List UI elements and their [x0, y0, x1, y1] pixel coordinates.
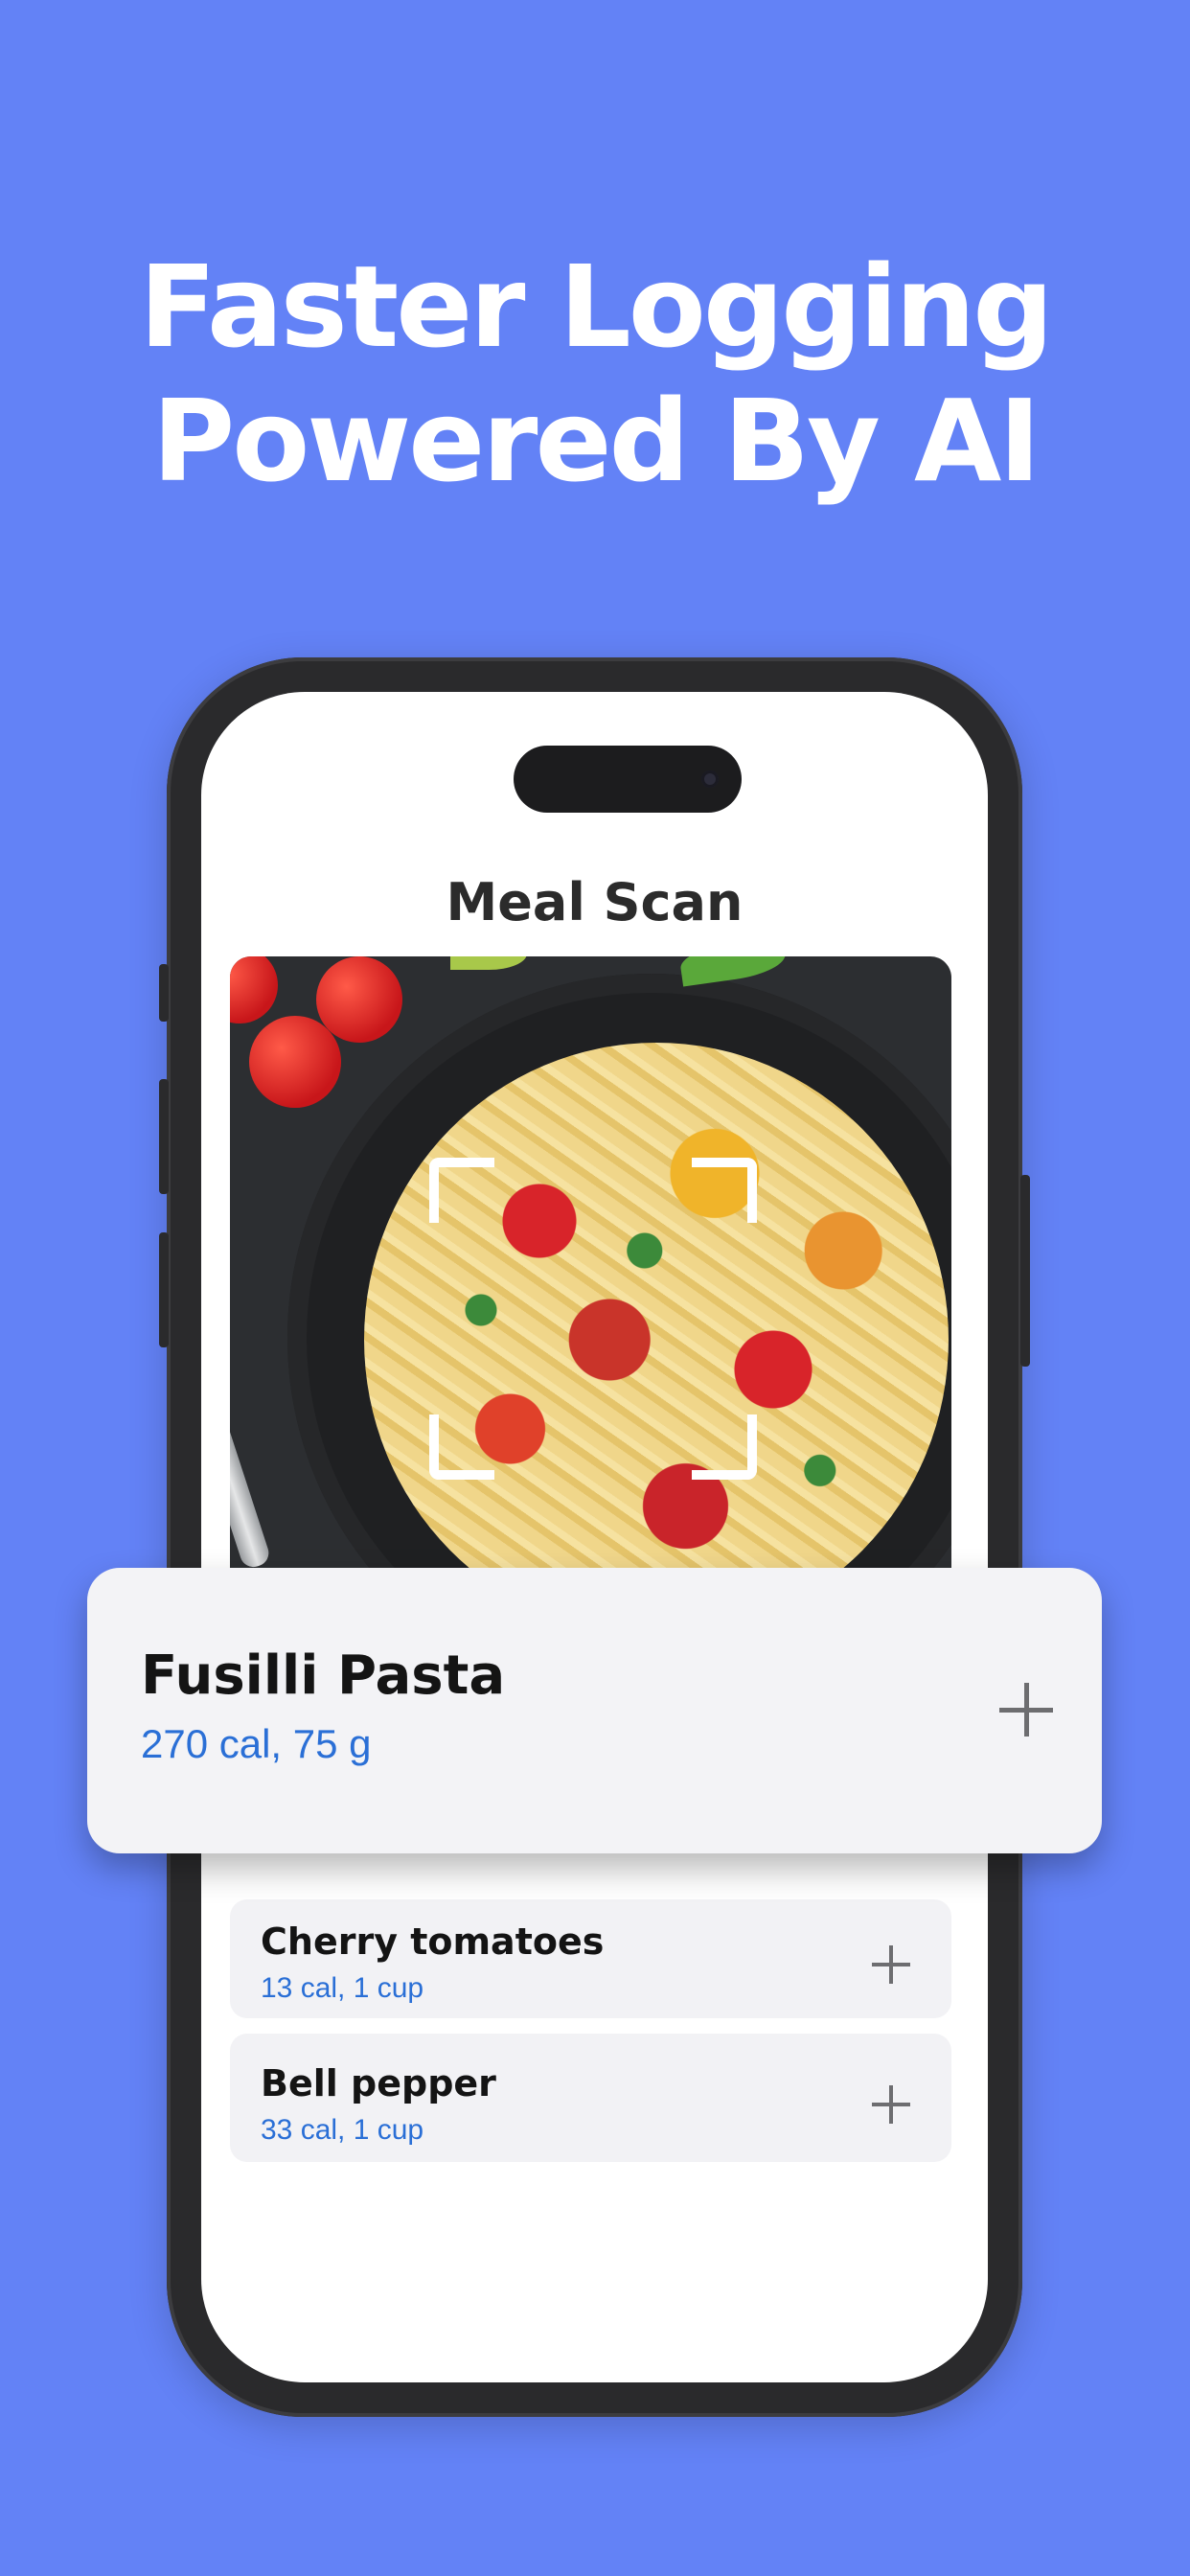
result-food-meta: 270 cal, 75 g: [141, 1721, 372, 1766]
basil-leaf: [450, 956, 527, 970]
cherry-tomato: [230, 956, 278, 1024]
phone-mockup: Meal Scan Cherry tomatoes 13 cal, 1 cup …: [159, 657, 1030, 2417]
front-camera-icon: [701, 770, 719, 788]
headline-line-1: Faster Logging: [139, 241, 1053, 373]
result-food-name: Fusilli Pasta: [141, 1644, 506, 1707]
ingredient-meta: 13 cal, 1 cup: [261, 1972, 424, 2004]
add-food-plus-icon[interactable]: [999, 1683, 1053, 1736]
ingredient-item[interactable]: Cherry tomatoes 13 cal, 1 cup: [230, 1899, 951, 2018]
headline-line-2: Powered By AI: [151, 375, 1041, 507]
cherry-tomato: [249, 1016, 341, 1108]
phone-screen: Meal Scan Cherry tomatoes 13 cal, 1 cup …: [201, 692, 988, 2382]
scan-frame-corner-icon: [429, 1414, 494, 1480]
pasta-food: [364, 1043, 949, 1608]
scan-result-card[interactable]: Fusilli Pasta 270 cal, 75 g: [87, 1568, 1102, 1853]
fork: [230, 1415, 272, 1571]
cherry-tomato: [316, 956, 402, 1043]
headline: Faster Logging Powered By AI: [0, 240, 1190, 508]
ingredient-meta: 33 cal, 1 cup: [261, 2114, 424, 2146]
dynamic-island: [514, 746, 742, 813]
scan-frame-corner-icon: [692, 1414, 757, 1480]
phone-volume-down-button: [159, 1232, 169, 1347]
phone-power-button: [1020, 1175, 1030, 1367]
ingredient-name: Bell pepper: [261, 2062, 496, 2104]
ingredient-name: Cherry tomatoes: [261, 1920, 605, 1963]
add-ingredient-plus-icon[interactable]: [872, 2085, 910, 2124]
phone-action-button: [159, 964, 169, 1022]
add-ingredient-plus-icon[interactable]: [872, 1945, 910, 1984]
scan-frame-corner-icon: [429, 1158, 494, 1223]
meal-photo[interactable]: [230, 956, 951, 1608]
scan-frame-corner-icon: [692, 1158, 757, 1223]
phone-volume-up-button: [159, 1079, 169, 1194]
ingredient-item[interactable]: Bell pepper 33 cal, 1 cup: [230, 2034, 951, 2162]
screen-title: Meal Scan: [446, 872, 744, 932]
